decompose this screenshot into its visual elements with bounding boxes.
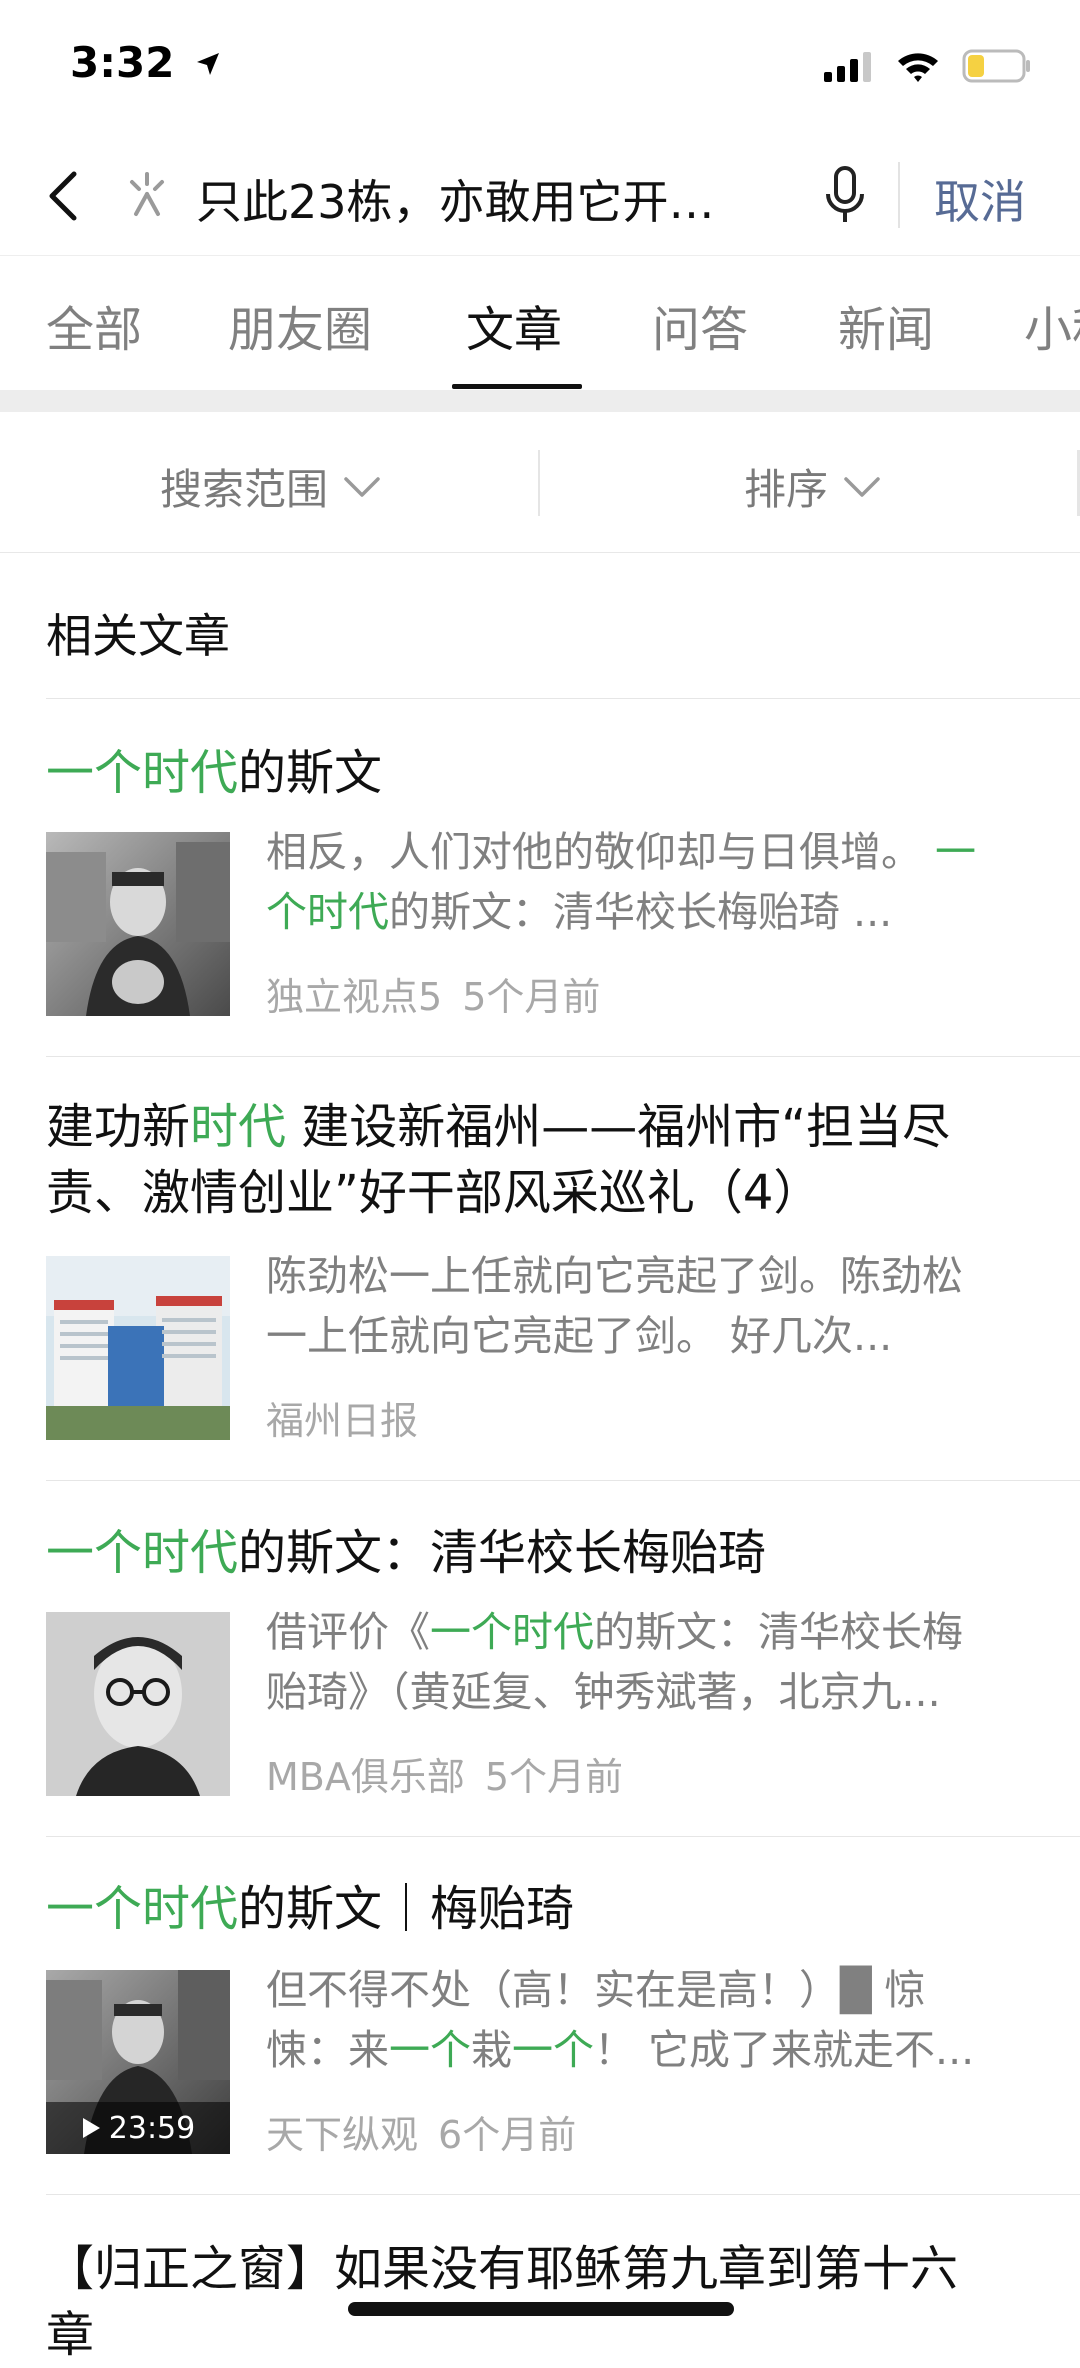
- status-bar: 3:32: [0, 0, 1080, 140]
- search-scope-label: 搜索范围: [160, 465, 329, 514]
- article-thumbnail: [46, 1612, 230, 1796]
- chevron-down-icon: [844, 476, 880, 497]
- sort-dropdown[interactable]: 排序: [744, 456, 882, 517]
- search-bar: 只此23栋，亦敢用它开… 取消: [0, 140, 1080, 255]
- filter-bar: 搜索范围 排序: [0, 412, 1080, 553]
- tab-articles[interactable]: 文章: [466, 290, 562, 360]
- signal-icon: [824, 52, 871, 82]
- section-title: 相关文章: [46, 609, 230, 663]
- article-thumbnail: [46, 832, 230, 1016]
- microphone-icon[interactable]: [822, 164, 868, 228]
- divider: [46, 1836, 1080, 1837]
- battery-icon: [962, 49, 1030, 83]
- building-photo-image: [46, 1256, 230, 1440]
- status-time: 3:32: [70, 38, 223, 87]
- article-source: 福州日报: [266, 1399, 419, 1443]
- article-snippet: 相反，人们对他的敬仰却与日俱增。 一 个时代的斯文：清华校长梅贻琦 ...: [266, 828, 977, 936]
- article-time: 5个月前: [484, 1755, 624, 1799]
- article-meta: 独立视点5 5个月前: [266, 966, 600, 1021]
- article-meta: MBA俱乐部 5个月前: [266, 1746, 623, 1801]
- tab-all[interactable]: 全部: [46, 290, 142, 360]
- divider: [46, 1480, 1080, 1481]
- loading-spinner-icon: [130, 172, 164, 216]
- article-meta: 天下纵观 6个月前: [266, 2104, 576, 2159]
- video-duration-badge: 23:59: [46, 2102, 230, 2154]
- article-title: 一个时代的斯文｜梅贻琦: [46, 1881, 575, 1937]
- search-scope-dropdown[interactable]: 搜索范围: [160, 456, 382, 517]
- wifi-icon: [898, 53, 938, 82]
- article-source: 独立视点5: [266, 975, 443, 1019]
- tab-moments[interactable]: 朋友圈: [228, 290, 372, 360]
- tab-mini-programs[interactable]: 小程: [1024, 290, 1080, 360]
- back-chevron-icon[interactable]: [42, 166, 86, 226]
- article-snippet: 陈劲松一上任就向它亮起了剑。陈劲松 一上任就向它亮起了剑。 好几次...: [266, 1252, 963, 1360]
- article-thumbnail: [46, 1256, 230, 1440]
- article-meta: 福州日报: [266, 1390, 418, 1445]
- article-source: 天下纵观: [266, 2113, 419, 2157]
- article-snippet: 但不得不处（高！实在是高！）█ 惊 悚：来一个栽一个！ 它成了来就走不...: [266, 1966, 975, 2074]
- article-title: 建功新时代 建设新福州——福州市“担当尽 责、激情创业”好干部风采巡礼（4）: [46, 1099, 951, 1221]
- portrait-photo-image: [46, 832, 230, 1016]
- video-thumbnail[interactable]: 23:59: [46, 1970, 230, 2154]
- status-icons: [822, 48, 1032, 84]
- active-tab-indicator: [452, 384, 582, 389]
- article-title: 一个时代的斯文：清华校长梅贻琦: [46, 1525, 767, 1581]
- filter-separator: [538, 450, 540, 516]
- search-separator: [898, 162, 900, 228]
- home-indicator[interactable]: [348, 2302, 734, 2316]
- cancel-button[interactable]: 取消: [934, 166, 1026, 232]
- video-duration: 23:59: [108, 2110, 196, 2146]
- tab-qa[interactable]: 问答: [652, 290, 748, 360]
- divider: [46, 2194, 1080, 2195]
- article-time: 5个月前: [462, 975, 601, 1019]
- sort-label: 排序: [744, 465, 829, 514]
- article-source: MBA俱乐部: [266, 1755, 465, 1799]
- tab-news[interactable]: 新闻: [838, 290, 934, 360]
- portrait-photo-image: [46, 1612, 230, 1796]
- section-gap: [0, 390, 1080, 412]
- divider: [46, 1056, 1080, 1057]
- play-icon: [82, 2118, 100, 2138]
- search-input[interactable]: 只此23栋，亦敢用它开…: [196, 166, 776, 232]
- divider: [46, 698, 1080, 699]
- chevron-down-icon: [344, 476, 380, 497]
- location-arrow-icon: [197, 53, 220, 75]
- article-snippet: 借评价《一个时代的斯文：清华校长梅 贻琦》（黄延复、钟秀斌著，北京九...: [266, 1608, 963, 1716]
- clock-text: 3:32: [70, 38, 175, 87]
- article-title: 一个时代的斯文: [46, 745, 383, 801]
- article-time: 6个月前: [438, 2113, 577, 2157]
- category-tabs: 全部 朋友圈 文章 问答 新闻 小程: [0, 255, 1080, 391]
